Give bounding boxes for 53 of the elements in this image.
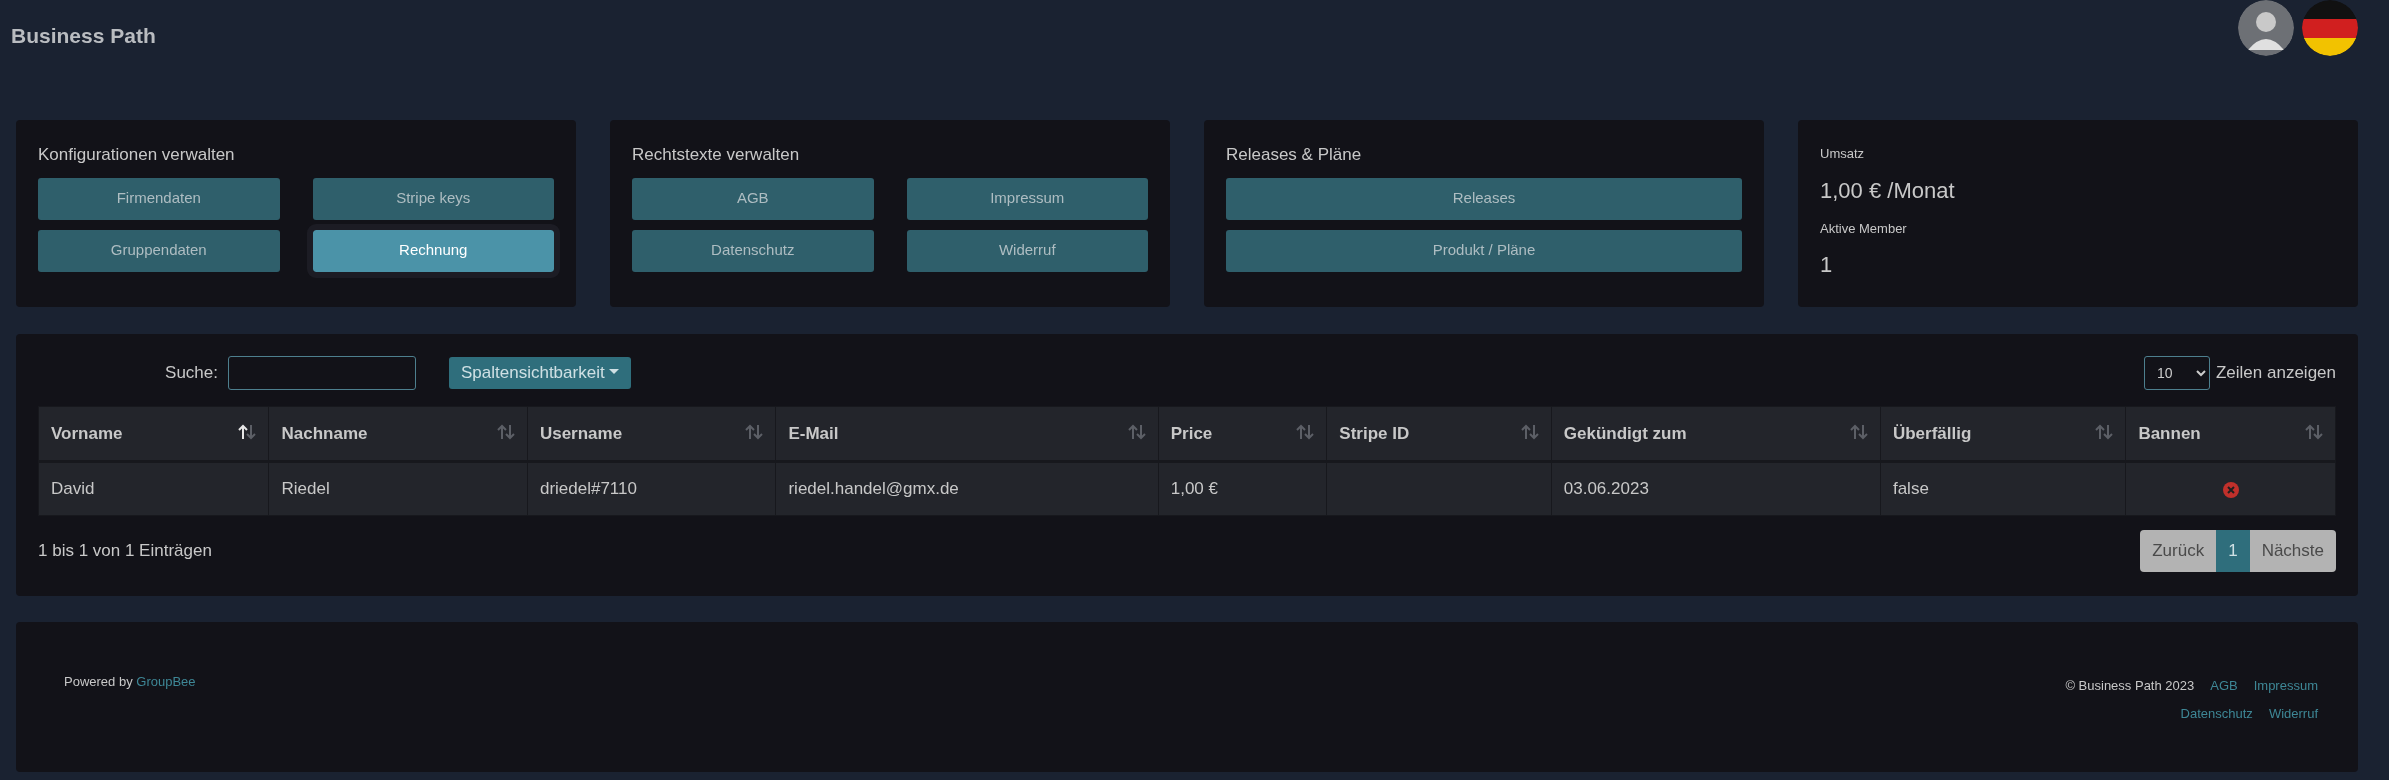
footer-link[interactable]: Datenschutz	[2180, 703, 2253, 723]
footer-link[interactable]: Widerruf	[2268, 703, 2318, 723]
card-title: Rechtstexte verwalten	[632, 144, 801, 166]
table-info: 1 bis 1 von 1 Einträgen	[38, 540, 212, 563]
nav-button[interactable]: Gruppendaten	[38, 229, 280, 272]
column-visibility-button[interactable]: Spaltensichtbarkeit	[449, 357, 631, 389]
table-cell: driedel#7110	[527, 461, 776, 516]
footer-link[interactable]: AGB	[2210, 676, 2238, 696]
table-cell: 1,00 €	[1158, 461, 1327, 516]
card-title: Konfigurationen verwalten	[38, 144, 236, 166]
column-header[interactable]: Gekündigt zum	[1551, 406, 1881, 462]
copyright-text: © Business Path 2023	[2065, 677, 2195, 695]
table-cell: Riedel	[269, 461, 528, 516]
search-label: Suche:	[164, 362, 218, 385]
nav-button[interactable]: Impressum	[906, 177, 1148, 220]
table-cell: riedel.handel@gmx.de	[775, 461, 1159, 516]
column-header[interactable]: Vorname	[38, 406, 269, 462]
nav-button[interactable]: Stripe keys	[312, 177, 554, 220]
column-header[interactable]: Überfällig	[1880, 406, 2126, 462]
search-field[interactable]	[228, 356, 416, 390]
stat-label: Umsatz	[1820, 145, 1866, 163]
nav-button[interactable]: Releases	[1226, 177, 1742, 220]
table-cell: false	[1880, 461, 2126, 516]
groupbee-link[interactable]: GroupBee	[136, 674, 196, 689]
table-cell: David	[38, 461, 269, 516]
page-size-label: Zeilen anzeigen	[2215, 362, 2336, 385]
sort-icon[interactable]	[238, 423, 257, 441]
previous-button[interactable]: Zurück	[2140, 530, 2217, 572]
powered-by-text: Powered by	[64, 674, 134, 689]
nav-button[interactable]: Firmendaten	[38, 177, 280, 220]
column-header[interactable]: Nachname	[269, 406, 528, 462]
column-header[interactable]: Price	[1158, 406, 1327, 462]
app-title: Business Path	[11, 23, 156, 49]
page-button[interactable]: 1	[2216, 530, 2250, 572]
page-size-select[interactable]: 10	[2143, 356, 2210, 390]
flag-icon[interactable]	[2302, 0, 2358, 56]
column-header[interactable]: E-Mail	[775, 406, 1159, 462]
table-cell: 03.06.2023	[1551, 461, 1881, 516]
stat-value: 1	[1820, 251, 1834, 279]
column-header[interactable]: Stripe ID	[1326, 406, 1552, 462]
footer-link[interactable]: Impressum	[2253, 676, 2318, 696]
nav-button[interactable]: Widerruf	[906, 229, 1148, 272]
card-title: Releases & Pläne	[1226, 144, 1363, 166]
stat-label: Aktive Member	[1820, 219, 1908, 238]
nav-button[interactable]: Produkt / Pläne	[1226, 229, 1742, 272]
column-header[interactable]: Bannen	[2125, 406, 2336, 462]
column-header[interactable]: Username	[527, 406, 776, 462]
next-button[interactable]: Nächste	[2249, 530, 2336, 572]
stat-value: 1,00 € /Monat	[1820, 176, 1956, 205]
nav-button[interactable]: AGB	[632, 177, 874, 220]
nav-button[interactable]: Datenschutz	[632, 229, 874, 272]
avatar[interactable]	[2238, 0, 2294, 56]
ban-icon[interactable]	[2221, 480, 2240, 499]
